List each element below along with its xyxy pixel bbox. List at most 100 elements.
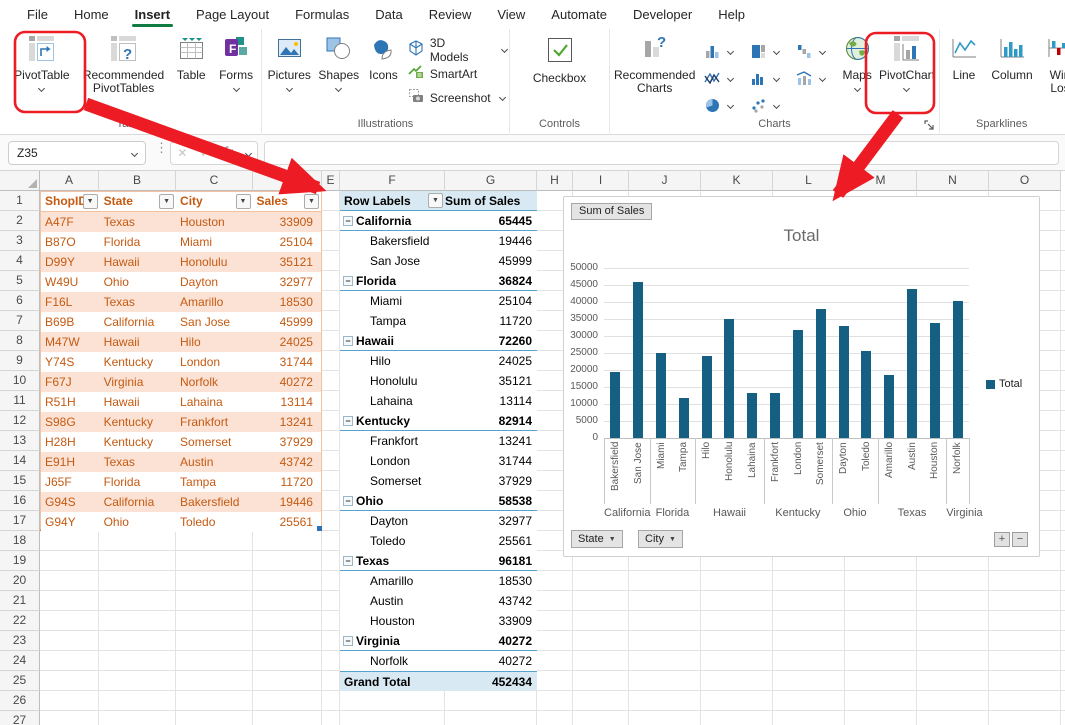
table-header-shopid[interactable]: ShopID▼ xyxy=(41,192,100,212)
row-header-17[interactable]: 17 xyxy=(0,511,40,531)
cell[interactable]: Toledo xyxy=(176,512,252,532)
cell[interactable]: B69B xyxy=(41,312,100,332)
pivot-chart[interactable]: Sum of Sales Total 050001000015000200002… xyxy=(563,196,1040,557)
row-header-25[interactable]: 25 xyxy=(0,671,40,691)
collapse-button[interactable]: − xyxy=(343,336,353,346)
cell[interactable]: Hawaii xyxy=(100,392,176,412)
insert-pie-chart-button[interactable] xyxy=(699,92,745,119)
row-header-16[interactable]: 16 xyxy=(0,491,40,511)
collapse-button[interactable]: − xyxy=(343,556,353,566)
cell[interactable]: M47W xyxy=(41,332,100,352)
row-header-13[interactable]: 13 xyxy=(0,431,40,451)
cell[interactable]: 40272 xyxy=(252,372,321,392)
cell[interactable]: D99Y xyxy=(41,252,100,272)
row-header-4[interactable]: 4 xyxy=(0,251,40,271)
pivot-row-amarillo[interactable]: Amarillo18530 xyxy=(340,571,537,591)
cell[interactable]: California xyxy=(100,312,176,332)
chart-bar-honolulu[interactable] xyxy=(724,319,734,438)
pivot-row-ohio[interactable]: Ohio−58538 xyxy=(340,491,537,511)
cell[interactable]: Hilo xyxy=(176,332,252,352)
table-row[interactable]: G94YOhioToledo25561 xyxy=(41,512,321,532)
filter-button-state[interactable]: ▼ xyxy=(159,194,174,209)
cell[interactable]: 31744 xyxy=(252,352,321,372)
cell[interactable]: 18530 xyxy=(252,292,321,312)
cancel-icon[interactable]: ✕ xyxy=(177,146,187,160)
table-header-state[interactable]: State▼ xyxy=(100,192,176,212)
cell[interactable]: 43742 xyxy=(252,452,321,472)
cell[interactable]: B87O xyxy=(41,232,100,252)
table-row[interactable]: M47WHawaiiHilo24025 xyxy=(41,332,321,352)
cell[interactable]: G94Y xyxy=(41,512,100,532)
cell[interactable]: 25104 xyxy=(252,232,321,252)
cell[interactable]: London xyxy=(176,352,252,372)
cell[interactable]: Florida xyxy=(100,472,176,492)
cell[interactable]: Texas xyxy=(100,292,176,312)
pivot-row-san-jose[interactable]: San Jose45999 xyxy=(340,251,537,271)
row-header-3[interactable]: 3 xyxy=(0,231,40,251)
row-header-8[interactable]: 8 xyxy=(0,331,40,351)
row-header-14[interactable]: 14 xyxy=(0,451,40,471)
cell[interactable]: R51H xyxy=(41,392,100,412)
row-header-11[interactable]: 11 xyxy=(0,391,40,411)
column-header-N[interactable]: N xyxy=(917,171,989,191)
pivot-row-kentucky[interactable]: Kentucky−82914 xyxy=(340,411,537,431)
chart-bar-austin[interactable] xyxy=(907,289,917,438)
pivot-row-frankfort[interactable]: Frankfort13241 xyxy=(340,431,537,451)
column-header-K[interactable]: K xyxy=(701,171,773,191)
cell[interactable]: Y74S xyxy=(41,352,100,372)
collapse-button[interactable]: − xyxy=(343,276,353,286)
collapse-button[interactable]: − xyxy=(343,496,353,506)
pivot-header-rowlabels[interactable]: Row Labels▼ xyxy=(340,191,445,210)
recommended-charts-button[interactable]: ? Recommended Charts xyxy=(612,33,697,97)
table-row[interactable]: G94SCaliforniaBakersfield19446 xyxy=(41,492,321,512)
cell[interactable]: G94S xyxy=(41,492,100,512)
ribbon-tab-data[interactable]: Data xyxy=(362,0,415,29)
insert-function-icon[interactable]: fx xyxy=(223,145,233,161)
cell[interactable]: Lahaina xyxy=(176,392,252,412)
sparkline-column-button[interactable]: Column xyxy=(986,33,1038,84)
table-row[interactable]: H28HKentuckySomerset37929 xyxy=(41,432,321,452)
pivot-row-norfolk[interactable]: Norfolk40272 xyxy=(340,651,537,671)
table-row[interactable]: R51HHawaiiLahaina13114 xyxy=(41,392,321,412)
column-header-J[interactable]: J xyxy=(629,171,701,191)
row-header-20[interactable]: 20 xyxy=(0,571,40,591)
charts-dialog-launcher[interactable] xyxy=(924,118,935,129)
pivot-row-hilo[interactable]: Hilo24025 xyxy=(340,351,537,371)
chart-bar-tampa[interactable] xyxy=(679,398,689,438)
chart-bar-houston[interactable] xyxy=(930,323,940,438)
chart-bar-bakersfield[interactable] xyxy=(610,372,620,438)
row-header-26[interactable]: 26 xyxy=(0,691,40,711)
row-header-27[interactable]: 27 xyxy=(0,711,40,725)
insert-waterfall-chart-button[interactable] xyxy=(791,38,837,65)
chart-bar-dayton[interactable] xyxy=(839,326,849,438)
column-header-F[interactable]: F xyxy=(340,171,445,191)
row-header-19[interactable]: 19 xyxy=(0,551,40,571)
chart-title[interactable]: Total xyxy=(564,226,1039,246)
table-row[interactable]: F16LTexasAmarillo18530 xyxy=(41,292,321,312)
cell[interactable]: 19446 xyxy=(252,492,321,512)
cell[interactable]: 33909 xyxy=(252,212,321,232)
sparkline-winloss-button[interactable]: Win Los xyxy=(1038,33,1065,97)
pivot-row-honolulu[interactable]: Honolulu35121 xyxy=(340,371,537,391)
pivotchart-button[interactable]: PivotChart xyxy=(877,33,937,93)
maps-button[interactable]: Maps xyxy=(837,33,877,93)
table-row[interactable]: F67JVirginiaNorfolk40272 xyxy=(41,372,321,392)
column-header-O[interactable]: O xyxy=(989,171,1061,191)
screenshot-button[interactable]: Screenshot xyxy=(408,89,507,106)
insert-hierarchy-chart-button[interactable] xyxy=(745,38,791,65)
row-header-21[interactable]: 21 xyxy=(0,591,40,611)
cell[interactable]: Austin xyxy=(176,452,252,472)
table-button[interactable]: Table xyxy=(169,33,213,84)
ribbon-tab-file[interactable]: File xyxy=(14,0,61,29)
table-row[interactable]: A47FTexasHouston33909 xyxy=(41,212,321,232)
table-row[interactable]: B69BCaliforniaSan Jose45999 xyxy=(41,312,321,332)
chart-bar-toledo[interactable] xyxy=(861,351,871,438)
cell[interactable]: Ohio xyxy=(100,512,176,532)
pivot-row-austin[interactable]: Austin43742 xyxy=(340,591,537,611)
row-header-2[interactable]: 2 xyxy=(0,211,40,231)
chart-axis-field-button-city[interactable]: City▼ xyxy=(638,530,683,548)
table-row[interactable]: J65FFloridaTampa11720 xyxy=(41,472,321,492)
pivot-row-bakersfield[interactable]: Bakersfield19446 xyxy=(340,231,537,251)
pivot-row-hawaii[interactable]: Hawaii−72260 xyxy=(340,331,537,351)
formula-input[interactable] xyxy=(264,141,1059,165)
